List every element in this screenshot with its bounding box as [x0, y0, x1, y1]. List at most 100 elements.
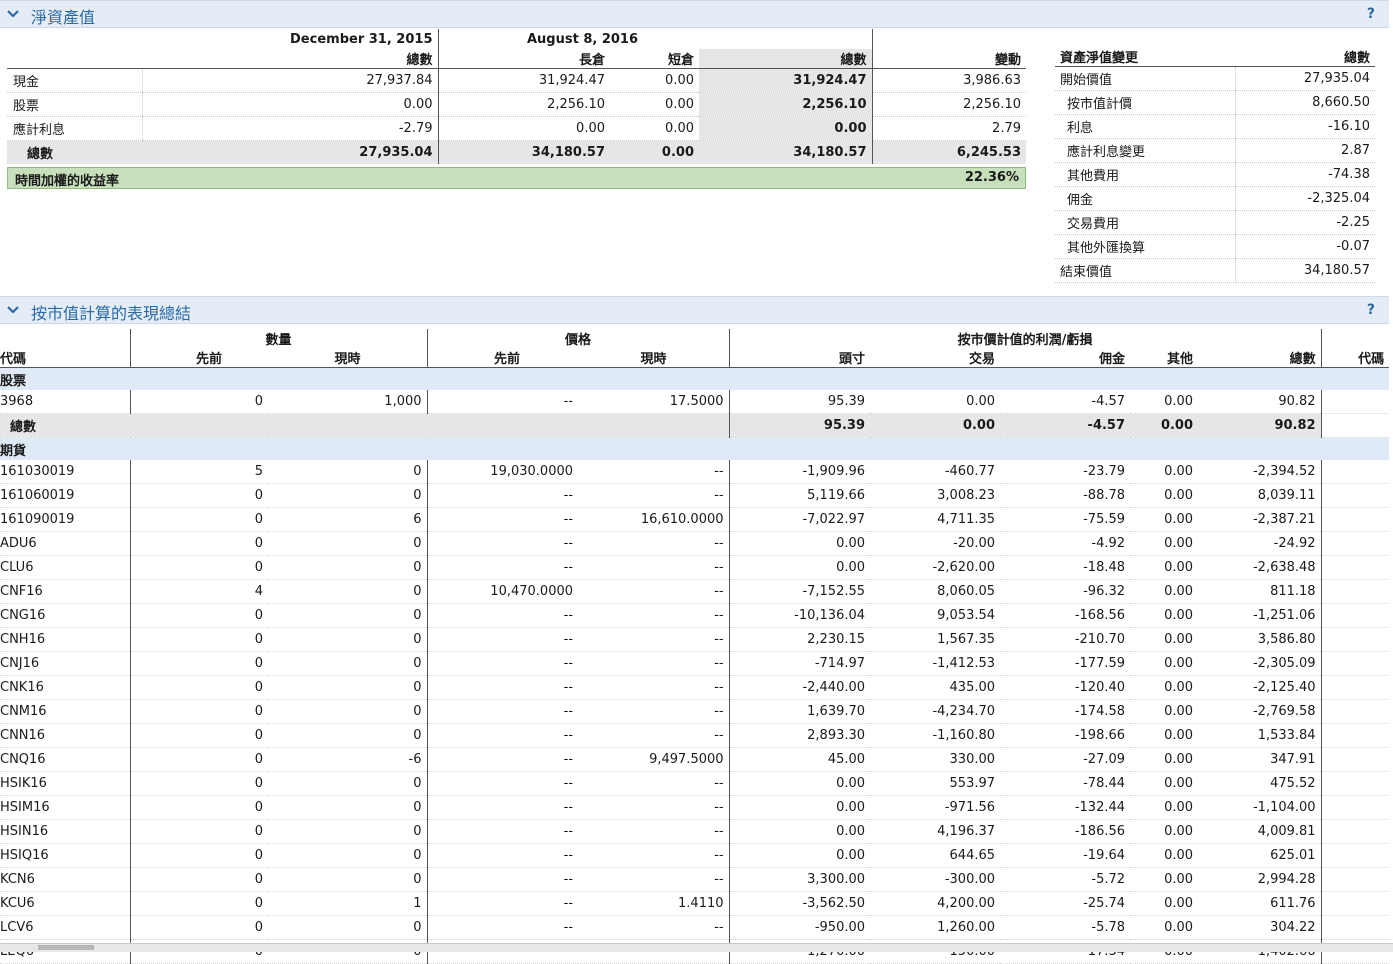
col-code-right: 代碼 — [1320, 348, 1390, 368]
cell-position: 0.00 — [728, 531, 871, 556]
cell-code-right — [1320, 531, 1390, 556]
cell-trade: 4,711.35 — [870, 507, 1001, 532]
nav-change: 6,245.53 — [871, 140, 1026, 164]
cell-price-prev: -- — [426, 867, 579, 892]
nav-change-row: 其他外匯換算 -0.07 — [1055, 234, 1375, 259]
nav-row-label: 應計利息 — [7, 116, 142, 141]
nav-change-table: 資產淨值變更 總數 開始價值 27,935.04 按市值計價 8,660.50 … — [1055, 47, 1375, 283]
cell-price-curr: 16,610.0000 — [578, 507, 730, 532]
nav-change-value: 27,935.04 — [1235, 66, 1375, 91]
perf-help-icon[interactable]: ? — [1367, 302, 1375, 318]
date-curr-header: August 8, 2016 — [437, 29, 872, 49]
nav-change-row: 其他費用 -74.38 — [1055, 162, 1375, 187]
scrollbar-thumb[interactable] — [38, 945, 94, 950]
nav-change-label: 應計利息變更 — [1055, 138, 1236, 163]
cell-trade: 1,567.35 — [870, 627, 1001, 652]
table-row: HSIQ16 0 0 -- -- 0.00 644.65 -19.64 0.00 625.01 — [0, 843, 1390, 868]
cell-trade: 0.00 — [870, 413, 1001, 438]
cell-qty-prev: 0 — [129, 603, 268, 628]
cell-total: -1,251.06 — [1198, 603, 1322, 628]
cell-price-curr: -- — [578, 651, 730, 676]
cell-price-prev: -- — [426, 390, 579, 414]
twr-value: 22.36% — [964, 170, 1019, 185]
cell-price-curr: -- — [578, 819, 730, 844]
cell-commission: -186.56 — [1000, 819, 1131, 844]
stocks-total-row: 總數 95.39 0.00 -4.57 0.00 90.82 — [0, 413, 1390, 438]
cell-code-right — [1320, 699, 1390, 724]
cell-price-prev: -- — [426, 819, 579, 844]
cell-code: CNM16 — [0, 699, 130, 724]
cell-price-curr: -- — [578, 723, 730, 748]
futures-group-row: 期貨 — [0, 437, 1390, 460]
cell-trade: -4,234.70 — [870, 699, 1001, 724]
cell-qty-prev: 0 — [129, 651, 268, 676]
table-row: 161060019 0 0 -- -- 5,119.66 3,008.23 -88.78 0.0… — [0, 483, 1390, 508]
cell-qty-curr: 0 — [268, 651, 428, 676]
nav-change-label: 佣金 — [1055, 186, 1236, 211]
nav-short: 0.00 — [610, 116, 699, 141]
col-position: 頭寸 — [728, 348, 871, 368]
cell-total: 3,586.80 — [1198, 627, 1322, 652]
nav-change-label: 交易費用 — [1055, 210, 1236, 235]
cell-position: -3,562.50 — [728, 891, 871, 916]
cell-position: 0.00 — [728, 843, 871, 868]
cell-price-prev: -- — [426, 747, 579, 772]
cell-commission: -4.57 — [1000, 390, 1131, 414]
nav-change-row: 交易費用 -2.25 — [1055, 210, 1375, 235]
cell-code: LCV6 — [0, 915, 130, 940]
nav-change-row: 佣金 -2,325.04 — [1055, 186, 1375, 211]
cell-code-right — [1320, 555, 1390, 580]
cell-other: 0.00 — [1130, 699, 1199, 724]
cell-qty-curr: 0 — [268, 579, 428, 604]
cell-commission: -23.79 — [1000, 460, 1131, 484]
cell-code: CNK16 — [0, 675, 130, 700]
cell-code-right — [1320, 579, 1390, 604]
chevron-down-icon[interactable] — [6, 302, 20, 316]
cell-other: 0.00 — [1130, 819, 1199, 844]
cell-commission: -198.66 — [1000, 723, 1131, 748]
cell-code-right — [1320, 460, 1390, 484]
cell-trade: -20.00 — [870, 531, 1001, 556]
chevron-down-icon[interactable] — [6, 6, 20, 20]
cell-position: 95.39 — [728, 413, 871, 438]
cell-other: 0.00 — [1130, 771, 1199, 796]
cell-total: 4,009.81 — [1198, 819, 1322, 844]
cell-code: HSIQ16 — [0, 843, 130, 868]
cell-commission: -4.92 — [1000, 531, 1131, 556]
cell-position: -2,440.00 — [728, 675, 871, 700]
cell-price-prev: -- — [426, 603, 579, 628]
cell-total: 90.82 — [1198, 390, 1322, 414]
col-price-prev: 先前 — [426, 348, 579, 368]
cell-code-right — [1320, 483, 1390, 508]
cell-position: 3,300.00 — [728, 867, 871, 892]
cell-qty-prev: 0 — [129, 555, 268, 580]
nav-total-label: 總數 — [7, 140, 142, 164]
cell-price-prev: -- — [426, 531, 579, 556]
cell-price-prev: 19,030.0000 — [426, 460, 579, 484]
cell-qty-prev: 4 — [129, 579, 268, 604]
col-qty-prev: 先前 — [129, 348, 268, 368]
cell-code-right — [1320, 675, 1390, 700]
cell-commission: -96.32 — [1000, 579, 1131, 604]
cell-qty-curr: 0 — [268, 819, 428, 844]
cell-total: -2,125.40 — [1198, 675, 1322, 700]
nav-long: 2,256.10 — [437, 92, 610, 117]
nav-total: 31,924.47 — [699, 68, 872, 93]
cell-total: 90.82 — [1198, 413, 1322, 438]
col-code: 代碼 — [0, 348, 130, 368]
cell-code: CNF16 — [0, 579, 130, 604]
nav-help-icon[interactable]: ? — [1367, 6, 1375, 22]
cell-code: HSIM16 — [0, 795, 130, 820]
cell-price-prev: -- — [426, 723, 579, 748]
cell-trade: 4,196.37 — [870, 819, 1001, 844]
cell-total: 811.18 — [1198, 579, 1322, 604]
cell-commission: -177.59 — [1000, 651, 1131, 676]
cell-other: 0.00 — [1130, 507, 1199, 532]
cell-price-curr: -- — [578, 795, 730, 820]
perf-section-header[interactable]: 按市值計算的表現總結 ? — [0, 296, 1389, 324]
cell-position: -714.97 — [728, 651, 871, 676]
nav-prev-total: 27,937.84 — [141, 68, 438, 93]
table-row: LCV6 0 0 -- -- -950.00 1,260.00 -5.78 0.00 304.22 — [0, 915, 1390, 940]
cell-other: 0.00 — [1130, 413, 1199, 438]
nav-section-header[interactable]: 淨資產值 ? — [0, 0, 1389, 28]
